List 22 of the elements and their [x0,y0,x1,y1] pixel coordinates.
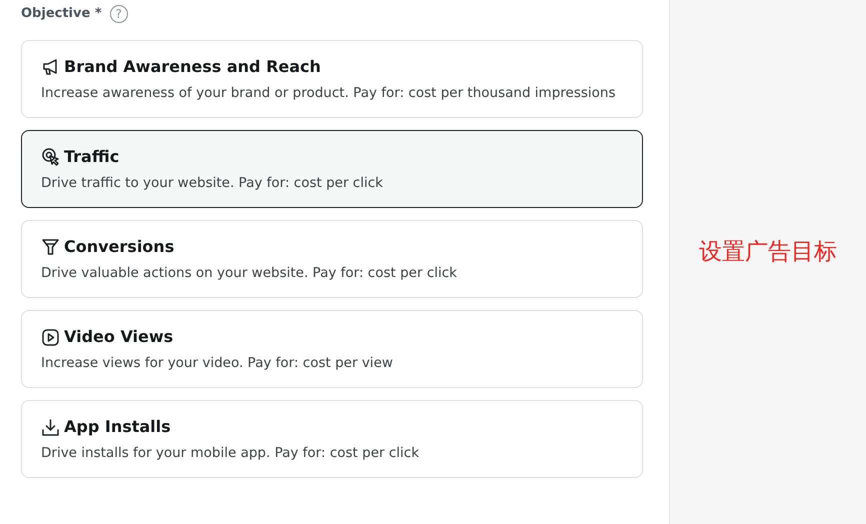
funnel-icon [41,237,60,256]
option-title: Brand Awareness and Reach [64,56,321,78]
option-description: Drive installs for your mobile app. Pay for: cost per click [41,444,420,464]
cursor-target-icon [41,147,60,166]
option-title: Conversions [64,236,174,258]
field-label: Objective * [21,5,102,23]
download-icon [41,418,60,437]
option-description: Drive valuable actions on your website. Pay for: cost per click [41,264,458,284]
play-icon [41,328,60,347]
objective-option[interactable]: Brand Awareness and Reach Increase awareness of your brand or product. Pay for: cost per thousand impressions [21,40,643,118]
objective-option[interactable]: Traffic Drive traffic to your website. Pay for: cost per click [21,130,643,208]
option-description: Drive traffic to your website. Pay for: cost per click [41,174,384,194]
option-title: Video Views [64,326,174,348]
annotation-text: 设置广告目标 [699,238,837,267]
megaphone-icon [41,57,60,76]
objective-option[interactable]: App Installs Drive installs for your mobile app. Pay for: cost per click [21,400,643,478]
objective-option[interactable]: Video Views Increase views for your video. Pay for: cost per view [21,310,643,388]
objective-option[interactable]: Conversions Drive valuable actions on your website. Pay for: cost per click [21,220,643,298]
option-title: Traffic [64,146,120,168]
option-description: Increase views for your video. Pay for: cost per view [41,354,394,374]
option-title: App Installs [64,416,171,438]
option-description: Increase awareness of your brand or product. Pay for: cost per thousand impressions [41,84,617,104]
